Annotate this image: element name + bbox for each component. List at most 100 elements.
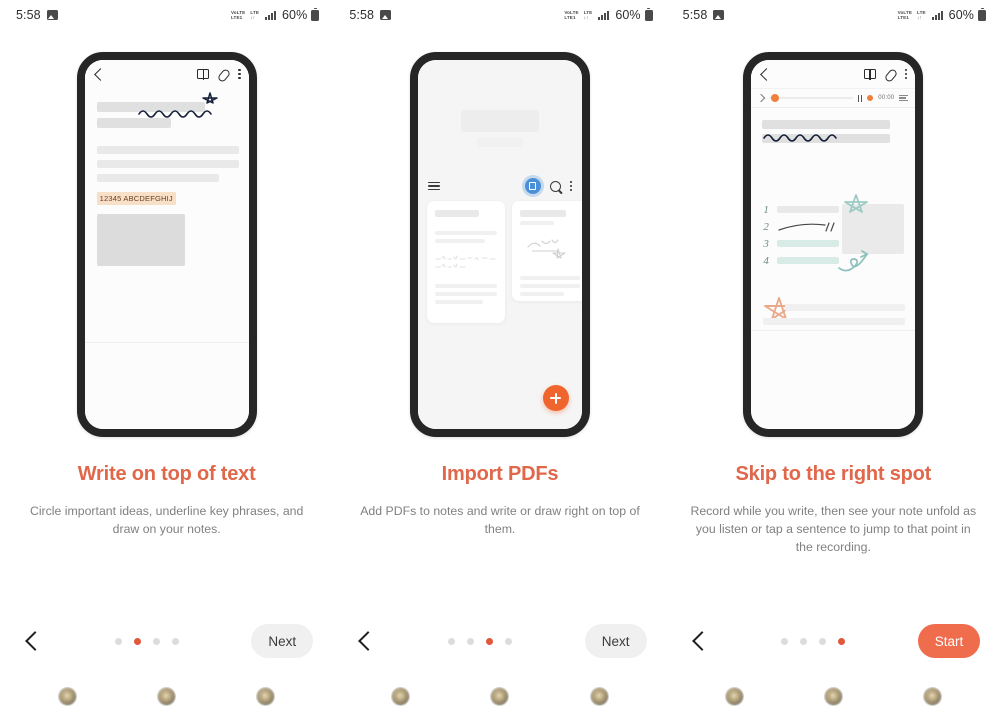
page-dot[interactable]	[466, 637, 474, 645]
hand-drawn-star-ink	[201, 92, 218, 104]
pause-icon[interactable]	[857, 94, 863, 102]
page-dot[interactable]	[781, 637, 789, 645]
status-time: 5:58	[16, 8, 41, 22]
status-bar: 5:58 VoLTE LTE1 LTE ↓↑ 60%	[667, 0, 1000, 30]
page-dot-active[interactable]	[133, 637, 141, 645]
more-vertical-icon[interactable]	[905, 69, 908, 79]
battery-percent: 60%	[615, 8, 641, 22]
book-view-icon[interactable]	[197, 68, 210, 80]
note-content: 1 2 3 4	[751, 108, 915, 325]
page-dot-active[interactable]	[838, 637, 846, 645]
lte-icon: LTE ↓↑	[917, 9, 926, 20]
note-card-list	[418, 197, 582, 323]
page-indicator-dots	[781, 637, 846, 645]
list-number: 4	[763, 255, 769, 267]
signal-bars-icon	[931, 10, 943, 20]
elapsed-time: 00:00	[878, 95, 895, 101]
page-dot[interactable]	[152, 637, 160, 645]
note-card[interactable]	[511, 201, 582, 301]
volte-icon: VoLTE LTE1	[564, 9, 579, 20]
seal-badge-icon	[590, 687, 608, 705]
note-toolbar	[751, 60, 916, 88]
battery-icon	[644, 7, 653, 21]
badge-row	[333, 676, 666, 716]
page-description: Circle important ideas, underline key ph…	[29, 504, 304, 536]
seal-badge-icon	[824, 687, 842, 705]
note-toolbar	[84, 60, 249, 88]
page-title: Import PDFs	[441, 463, 559, 485]
page-dot[interactable]	[819, 637, 827, 645]
paperclip-icon[interactable]	[218, 69, 229, 80]
add-note-fab-icon[interactable]	[542, 385, 569, 411]
book-view-icon[interactable]	[864, 68, 877, 80]
status-bar: 5:58 VoLTE LTE1 LTE ↓↑ 60%	[333, 0, 666, 30]
page-indicator-dots	[447, 637, 512, 645]
list-number: 3	[763, 238, 769, 250]
teal-star-ink	[844, 194, 869, 213]
playlist-icon[interactable]	[899, 94, 909, 102]
battery-icon	[977, 7, 986, 21]
notes-list-toolbar	[418, 175, 582, 197]
start-button[interactable]: Start	[917, 624, 980, 658]
page-indicator-dots	[114, 637, 179, 645]
page-dot[interactable]	[447, 637, 455, 645]
hamburger-menu-icon[interactable]	[427, 181, 440, 191]
chevron-right-icon[interactable]	[757, 93, 766, 103]
badge-row	[0, 676, 333, 716]
skeleton-line	[96, 174, 219, 182]
volte-icon: VoLTE LTE1	[897, 9, 913, 20]
more-vertical-icon[interactable]	[569, 181, 572, 191]
status-time: 5:58	[349, 8, 375, 22]
onboarding-screens: 5:58 VoLTE LTE1 LTE ↓↑ 60% 12345 ABCDEFG…	[0, 0, 1000, 724]
hand-drawn-strike-ink	[778, 222, 835, 232]
back-chevron-icon[interactable]	[93, 67, 107, 81]
footer-nav: Next	[333, 620, 666, 662]
phone-mockup-note-with-audio: 00:00 1 2 3 4	[743, 52, 924, 437]
page-dot[interactable]	[171, 637, 179, 645]
star-scribble-ink	[527, 239, 566, 259]
record-dot-icon[interactable]	[867, 95, 874, 101]
status-time: 5:58	[682, 8, 708, 22]
volte-icon: VoLTE LTE1	[230, 9, 246, 20]
page-description: Record while you write, then see your no…	[690, 504, 977, 554]
list-number: 2	[763, 221, 769, 233]
badge-row	[667, 676, 1000, 716]
highlighted-note-text: 12345 ABCDEFGHIJ	[96, 188, 237, 206]
slider-knob[interactable]	[771, 94, 780, 102]
back-chevron-icon[interactable]	[691, 631, 712, 651]
note-card[interactable]	[426, 201, 505, 323]
skeleton-subtitle	[476, 138, 523, 147]
next-button[interactable]: Next	[251, 624, 314, 658]
page-dot[interactable]	[800, 637, 808, 645]
page-dot[interactable]	[114, 637, 122, 645]
battery-icon	[311, 7, 320, 21]
back-chevron-icon[interactable]	[760, 67, 774, 81]
import-pdf-icon[interactable]	[524, 178, 541, 194]
audio-player-bar: 00:00	[751, 88, 916, 108]
seal-badge-icon	[923, 687, 941, 705]
seal-badge-icon	[158, 687, 176, 705]
signal-bars-icon	[265, 10, 276, 20]
photo-icon	[46, 10, 58, 20]
status-bar: 5:58 VoLTE LTE1 LTE ↓↑ 60%	[0, 0, 333, 30]
back-chevron-icon[interactable]	[25, 631, 45, 651]
next-button[interactable]: Next	[584, 624, 647, 658]
more-vertical-icon[interactable]	[238, 69, 241, 79]
note-content: 12345 ABCDEFGHIJ	[85, 88, 249, 266]
page-title: Skip to the right spot	[735, 463, 932, 485]
panel-skip-to-the-right-spot: 5:58 VoLTE LTE1 LTE ↓↑ 60% 00:00 1 2 3 4…	[666, 0, 1000, 724]
notes-list-header	[418, 60, 582, 147]
paperclip-icon[interactable]	[885, 69, 896, 80]
photo-icon	[713, 10, 725, 20]
phone-mockup-note-editor: 12345 ABCDEFGHIJ	[76, 52, 257, 437]
back-chevron-icon[interactable]	[358, 631, 379, 651]
playback-slider[interactable]	[769, 94, 853, 102]
caption-block: Write on top of text Circle important id…	[7, 463, 327, 538]
photo-icon	[380, 10, 392, 20]
note-divider	[751, 330, 916, 331]
page-dot[interactable]	[504, 637, 512, 645]
search-icon[interactable]	[549, 180, 561, 192]
page-dot-active[interactable]	[485, 637, 493, 645]
battery-percent: 60%	[948, 8, 974, 22]
panel-import-pdfs: 5:58 VoLTE LTE1 LTE ↓↑ 60% Import PDFs A…	[333, 0, 667, 724]
